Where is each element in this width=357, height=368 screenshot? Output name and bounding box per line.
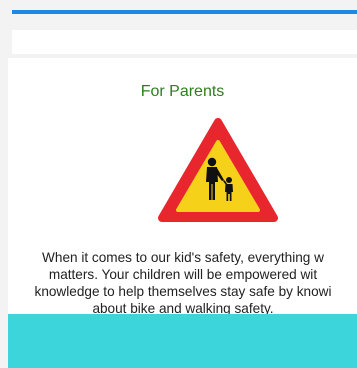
section-description: When it comes to our kid's safety, every… bbox=[8, 249, 357, 314]
description-line: about bike and walking safety. bbox=[92, 301, 274, 314]
section-title: For Parents bbox=[140, 83, 225, 100]
description-line: knowledge to help themselves stay safe b… bbox=[34, 284, 332, 299]
header-strip bbox=[12, 30, 357, 54]
pedestrian-sign-icon bbox=[158, 118, 278, 222]
top-accent-bar bbox=[12, 10, 357, 14]
description-line: When it comes to our kid's safety, every… bbox=[42, 250, 324, 265]
bottom-banner bbox=[8, 314, 357, 368]
description-line: matters. Your children will be empowered… bbox=[48, 267, 318, 282]
for-parents-card: For Parents When it comes to our kid's s… bbox=[8, 58, 357, 314]
